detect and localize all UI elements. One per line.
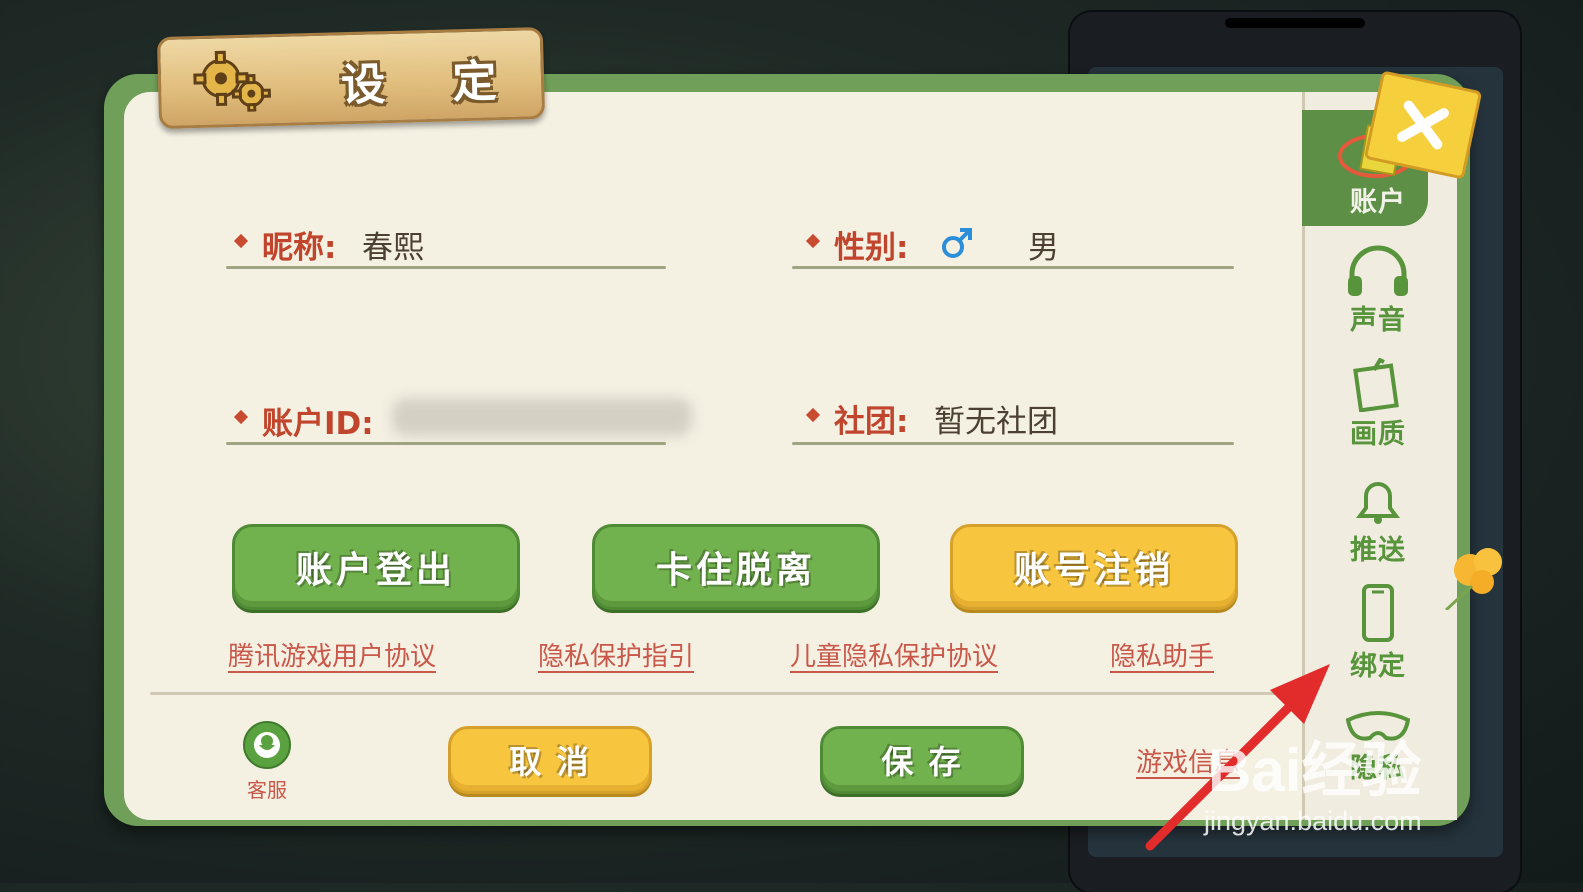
watermark-logo: Bai经验 xyxy=(1208,737,1422,804)
watermark-url: jingyan.baidu.com xyxy=(1204,806,1422,836)
